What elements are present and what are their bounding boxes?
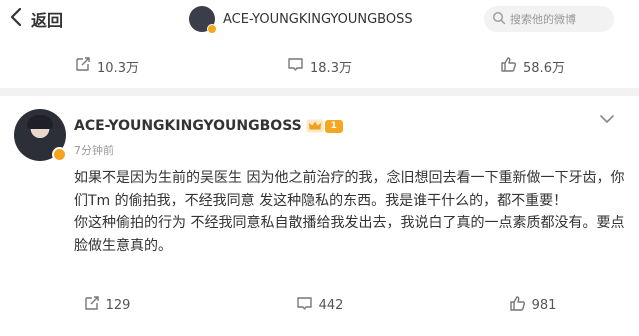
comment-button[interactable]: 18.3万 (213, 52, 426, 80)
post-author: ACE-YOUNGKINGYOUNGBOSS 1 (74, 115, 343, 137)
search-input[interactable] (510, 12, 614, 26)
avatar-hair (27, 115, 53, 129)
back-label: 返回 (31, 11, 64, 30)
verified-badge-icon (52, 147, 67, 162)
avatar[interactable] (189, 6, 217, 34)
crown-icon[interactable] (306, 118, 324, 134)
search-box[interactable] (484, 6, 614, 32)
back-button[interactable]: 返回 (9, 7, 63, 31)
search-icon (492, 10, 506, 29)
like-button[interactable]: 981 (426, 291, 639, 319)
chevron-down-icon (597, 112, 617, 131)
post-menu-button[interactable] (597, 111, 617, 127)
section-divider (0, 88, 639, 96)
like-count: 58.6万 (523, 60, 565, 76)
level-badge[interactable]: 1 (324, 119, 343, 133)
comment-count: 18.3万 (310, 60, 352, 76)
nav-username: ACE-YOUNGKINGYOUNGBOSS (223, 11, 413, 27)
chevron-left-icon (9, 7, 23, 31)
top-navigation-bar: 返回 ACE-YOUNGKINGYOUNGBOSS (0, 0, 639, 38)
post-time: 7分钟前 (74, 144, 114, 157)
post-action-bar: 129 442 981 (0, 291, 639, 319)
post-avatar[interactable] (14, 109, 67, 162)
author-name[interactable]: ACE-YOUNGKINGYOUNGBOSS (74, 118, 302, 134)
comment-icon (296, 295, 319, 316)
repost-button[interactable]: 129 (0, 291, 213, 319)
repost-button[interactable]: 10.3万 (0, 52, 213, 80)
repost-icon (83, 295, 106, 316)
verified-badge-icon (207, 24, 217, 34)
like-count: 981 (531, 297, 557, 313)
like-icon (500, 56, 523, 77)
like-icon (509, 295, 532, 316)
comment-count: 442 (318, 297, 344, 313)
repost-icon (74, 56, 97, 77)
repost-count: 10.3万 (97, 60, 139, 76)
like-button[interactable]: 58.6万 (426, 52, 639, 80)
comment-button[interactable]: 442 (213, 291, 426, 319)
post-text: 如果不是因为生前的吴医生 因为他之前治疗的我，念旧想回去看一下重新做一下牙齿，你… (74, 170, 625, 254)
prev-post-action-bar: 10.3万 18.3万 58.6万 (0, 52, 639, 80)
comment-icon (287, 56, 310, 77)
repost-count: 129 (105, 297, 131, 313)
nav-user-info[interactable]: ACE-YOUNGKINGYOUNGBOSS (189, 4, 413, 34)
